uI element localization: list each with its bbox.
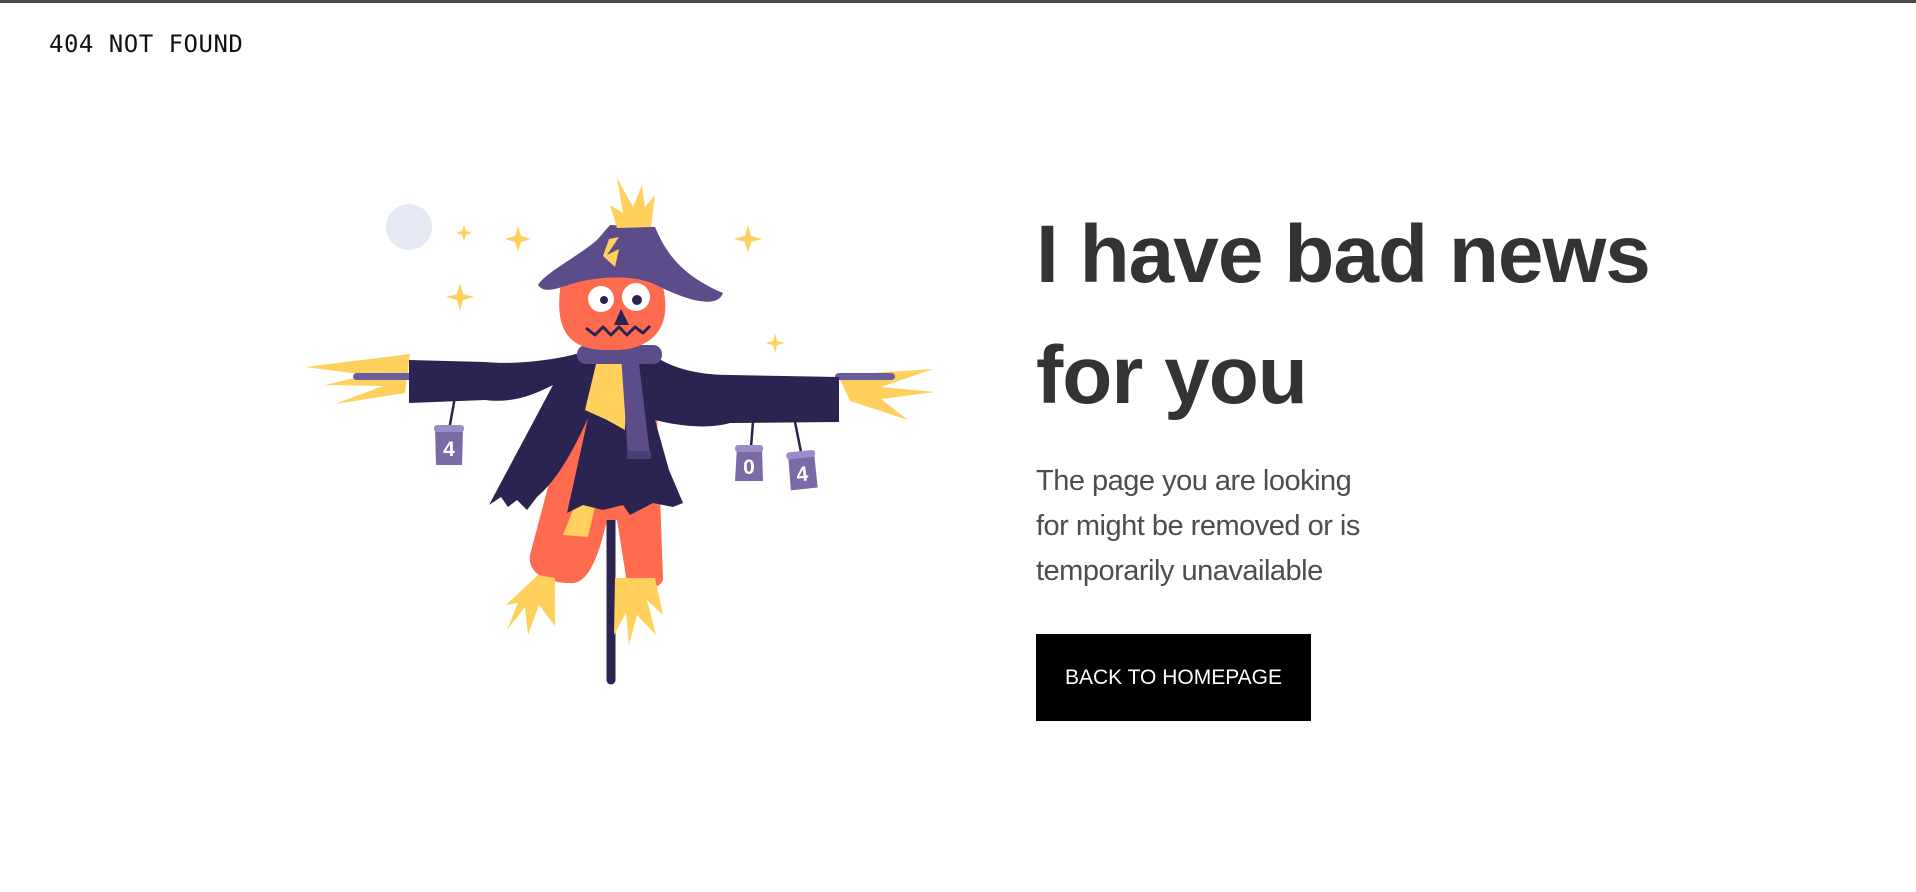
- tin-can-1: 4: [434, 425, 464, 465]
- headline: I have bad news for you: [1036, 209, 1651, 421]
- can-digit-1: 4: [443, 438, 455, 461]
- hat-straw: [610, 178, 655, 228]
- error-content: I have bad news for you The page you are…: [1036, 194, 1676, 721]
- scarecrow-illustration: 4 0 4: [305, 178, 935, 685]
- moon-icon: [386, 204, 432, 250]
- page-label: 404 NOT FOUND: [49, 30, 244, 58]
- top-border: [0, 0, 1916, 3]
- tin-can-3: 4: [786, 449, 818, 491]
- back-to-homepage-button[interactable]: BACK TO HOMEPAGE: [1036, 634, 1311, 721]
- tin-can-2: 0: [735, 445, 763, 481]
- face: [559, 271, 666, 351]
- can-digit-2: 0: [743, 456, 755, 479]
- straw-feet: [506, 575, 663, 645]
- description: The page you are looking for might be re…: [1036, 465, 1360, 587]
